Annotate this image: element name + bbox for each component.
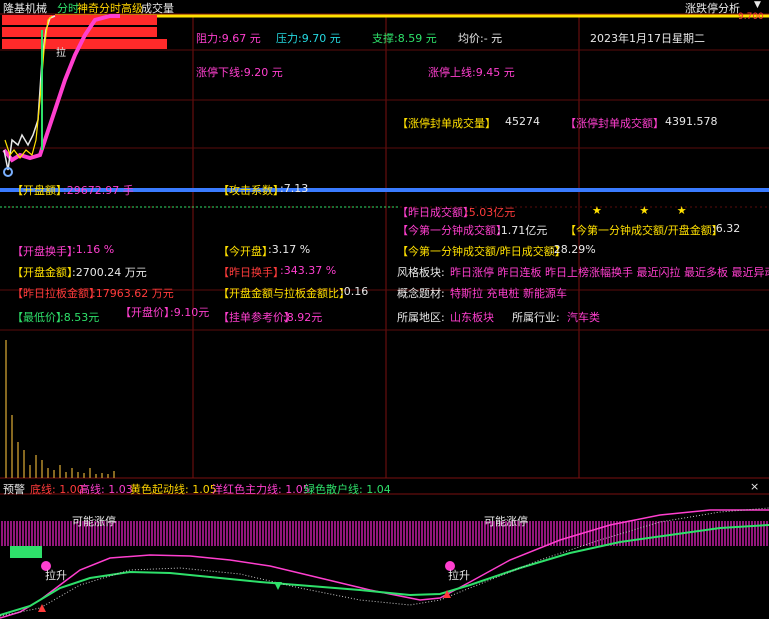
first-min-value: :1.71亿元 <box>497 224 548 237</box>
close-icon[interactable]: × <box>750 480 759 493</box>
possible-limit-label: 可能涨停 <box>72 515 116 528</box>
top-price: 9.700 <box>738 12 764 22</box>
first-min-ratio-label: 【今第一分钟成交额/开盘金额】 <box>565 224 723 237</box>
first-min-prev-label: 【今第一分钟成交额/昨日成交额】 <box>397 245 566 258</box>
support-label: 支撑:8.59 元 <box>372 32 437 45</box>
seal-amount-value: 4391.578 <box>665 115 718 128</box>
la-sheng-label: 拉升 <box>448 569 470 582</box>
attack-label: 【攻击系数】 <box>218 184 284 197</box>
open-seal-value: :29672.97 手 <box>63 184 134 197</box>
la-tag: 拉 <box>56 48 66 59</box>
prev-day-value: :343.37 % <box>280 264 337 277</box>
low-price-value: :8.53元 <box>60 311 100 324</box>
open-turnover-value: :1.16 % <box>72 243 115 256</box>
alert-dixian: 底线: 1.00 <box>30 483 84 496</box>
chevron-down-icon[interactable]: ▼ <box>754 0 761 10</box>
panel-title[interactable]: 涨跌停分析 <box>685 0 740 16</box>
prev-day-label: 【昨日换手】 <box>218 266 284 279</box>
limit-down-line-label: 涨停下线:9.20 元 <box>196 66 283 79</box>
prev-turnover-label: 【昨日成交额】 <box>397 206 474 219</box>
prev-limit-amount-label: 【昨日拉板金额】 <box>12 287 100 300</box>
prev-limit-amount-value: :17963.62 万元 <box>92 287 174 300</box>
low-price-label: 【最低价】 <box>12 311 67 324</box>
first-min-ratio-value: :6.32 <box>712 222 741 235</box>
up-arrow-icon <box>38 604 46 612</box>
alert-lvse: 绿色散户线: 1.04 <box>304 483 391 496</box>
avg-price-label: 均价:- 元 <box>458 32 503 45</box>
la-sheng-label: 拉升 <box>45 569 67 582</box>
resistance-label: 阻力:9.67 元 <box>196 32 261 45</box>
open-price-label: 【开盘价】 <box>120 306 175 319</box>
volume-bars <box>5 340 115 478</box>
star-icon: ★ <box>676 204 687 217</box>
mode-label[interactable]: 分时 <box>57 0 79 16</box>
first-min-prev-value: :28.29% <box>550 243 596 256</box>
open-amount-label: 【开盘金额】 <box>12 266 78 279</box>
possible-limit-label: 可能涨停 <box>484 515 528 528</box>
alert-huangse: 黄色起动线: 1.05 <box>130 483 217 496</box>
red-bar-3 <box>2 39 167 49</box>
industry-label: 所属行业: <box>512 311 560 324</box>
today-open-label: 【今开盘】 <box>218 245 273 258</box>
prev-turnover-value: :5.03亿元 <box>465 206 516 219</box>
star-icon: ★ <box>592 204 602 217</box>
region-label: 所属地区: <box>397 311 445 324</box>
red-bar-1 <box>2 15 157 25</box>
style-value[interactable]: 昨日涨停 昨日连板 昨日上榜涨幅换手 最近闪拉 最近多板 最近异动 近期 <box>450 264 769 280</box>
red-bar-2 <box>2 27 157 37</box>
seal-volume-value: 45274 <box>505 115 540 128</box>
open-seal-label: 【开盘额】 <box>12 184 67 197</box>
region-value[interactable]: 山东板块 <box>450 309 494 325</box>
concept-value[interactable]: 特斯拉 充电桩 新能源车 <box>450 285 567 301</box>
date-label: 2023年1月17日星期二 <box>590 32 705 45</box>
first-min-label: 【今第一分钟成交额】 <box>397 224 507 237</box>
star-icon: ★ <box>639 204 650 217</box>
open-price-value: :9.10元 <box>170 306 210 319</box>
seal-volume-label: 【涨停封单成交量】 <box>397 117 496 130</box>
limit-up-line-label: 涨停上线:9.45 元 <box>428 66 515 79</box>
style-label: 风格板块: <box>397 266 445 279</box>
star-row: ★ ★ ★ <box>592 204 687 217</box>
seal-amount-label: 【涨停封单成交额】 <box>565 117 664 130</box>
down-arrow-icon <box>274 582 282 590</box>
concept-label: 概念题材: <box>397 287 445 300</box>
open-amount-value: :2700.24 万元 <box>72 266 147 279</box>
attack-value: :7.13 <box>280 182 309 195</box>
open-turnover-label: 【开盘换手】 <box>12 245 78 258</box>
alert-gaoxian: 高线: 1.03 <box>79 483 133 496</box>
green-signal-block <box>10 546 42 558</box>
industry-value[interactable]: 汽车类 <box>567 309 600 325</box>
alert-prefix: 预警 <box>3 483 25 496</box>
volume-label[interactable]: 成交量 <box>141 0 174 16</box>
open-limit-ratio-label: 【开盘金额与拉板金额比】 <box>218 287 350 300</box>
pressure-label: 压力:9.70 元 <box>276 32 341 45</box>
today-open-value: :3.17 % <box>268 243 311 256</box>
ref-price-value: :8.92元 <box>283 311 323 324</box>
alert-yanghong: 洋红色主力线: 1.05 <box>212 483 310 496</box>
indicator-label[interactable]: 神奇分时高级 <box>77 0 143 16</box>
open-limit-ratio-value: :0.16 <box>340 285 369 298</box>
stock-name: 隆基机械 <box>3 2 47 15</box>
